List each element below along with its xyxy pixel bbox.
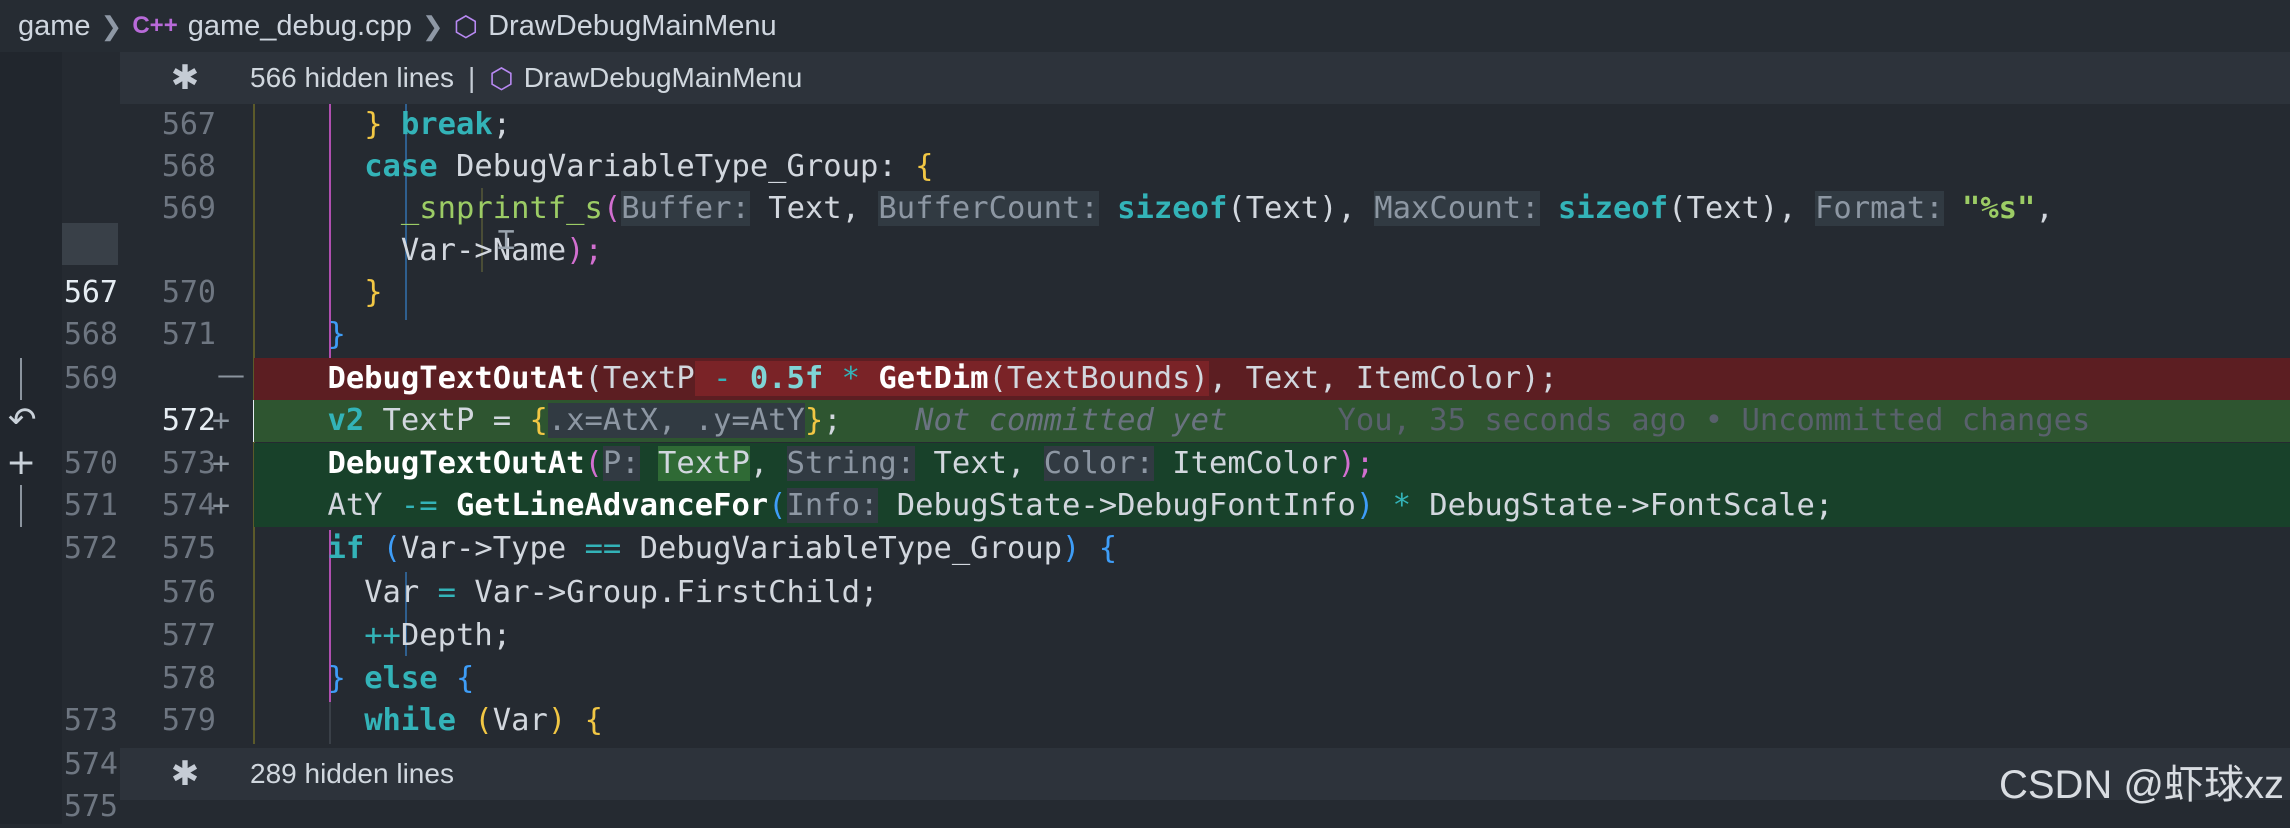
hidden-lines-label: 289 hidden lines bbox=[250, 758, 454, 789]
unfold-icon[interactable]: ✱ bbox=[120, 754, 250, 794]
code-line[interactable]: ++Depth; bbox=[254, 615, 2290, 657]
old-line-number: 568 bbox=[63, 317, 118, 352]
breadcrumb-file[interactable]: game_debug.cpp bbox=[188, 10, 412, 43]
new-line-number: 567 bbox=[161, 107, 216, 142]
breadcrumb-symbol[interactable]: DrawDebugMainMenu bbox=[488, 10, 777, 43]
separator: | bbox=[467, 62, 476, 93]
new-line-number: 577 bbox=[161, 618, 216, 653]
old-line-number: 574 bbox=[63, 747, 118, 782]
new-line-number: 569 bbox=[161, 191, 216, 226]
inline-blame-detail: You, 35 seconds ago • Uncommitted change… bbox=[1337, 403, 2091, 438]
code-line[interactable]: } break; bbox=[254, 104, 2290, 146]
breadcrumb: game ❯ C++ game_debug.cpp ❯ ⬡ DrawDebugM… bbox=[0, 0, 2290, 52]
code-line[interactable]: while (Var) { bbox=[254, 700, 2290, 742]
old-line-number: 569 bbox=[63, 361, 118, 396]
hidden-lines-bar-bottom[interactable]: ✱ 289 hidden lines bbox=[120, 748, 2290, 800]
cpp-file-icon: C++ bbox=[132, 12, 178, 39]
new-line-number: 579 bbox=[161, 703, 216, 738]
new-line-number: 570 bbox=[161, 275, 216, 310]
new-line-number: 578 bbox=[161, 661, 216, 696]
watermark: CSDN @虾球xz bbox=[1998, 763, 2284, 807]
revert-icon[interactable]: ↶ bbox=[8, 400, 37, 440]
added-line-marker: + bbox=[212, 488, 231, 523]
inline-blame: Not committed yet bbox=[915, 403, 1228, 438]
scm-change-bar bbox=[20, 358, 22, 400]
new-line-number: 572 bbox=[161, 403, 216, 438]
added-code-line[interactable]: v2 TextP = {.x=AtX, .y=AtY}; Not committ… bbox=[254, 400, 2290, 442]
old-line-number: 571 bbox=[63, 488, 118, 523]
hidden-lines-bar-top[interactable]: ✱ 566 hidden lines | ⬡ DrawDebugMainMenu bbox=[120, 52, 2290, 104]
stage-plus-icon[interactable]: + bbox=[6, 442, 36, 483]
code-line-wrapped[interactable]: Var->Name); bbox=[254, 230, 2290, 272]
added-code-line[interactable]: DebugTextOutAt(P: TextP, String: Text, C… bbox=[254, 443, 2290, 485]
added-line-marker: + bbox=[212, 403, 231, 438]
new-line-number: 573 bbox=[161, 446, 216, 481]
old-line-number: 575 bbox=[63, 789, 118, 824]
method-cube-icon: ⬡ bbox=[489, 62, 514, 94]
added-code-line[interactable]: AtY -= GetLineAdvanceFor(Info: DebugStat… bbox=[254, 485, 2290, 527]
new-line-number: 575 bbox=[161, 531, 216, 566]
old-line-number: 570 bbox=[63, 446, 118, 481]
code-line[interactable]: _snprintf_s(Buffer: Text, BufferCount: s… bbox=[254, 188, 2290, 230]
code-line[interactable]: Var = Var->Group.FirstChild; bbox=[254, 572, 2290, 614]
scm-change-bar bbox=[20, 485, 22, 527]
new-line-number: 568 bbox=[161, 149, 216, 184]
unfold-icon[interactable]: ✱ bbox=[120, 58, 250, 98]
old-line-number: 572 bbox=[63, 531, 118, 566]
code-line[interactable]: } else { bbox=[254, 658, 2290, 700]
chevron-right-icon: ❯ bbox=[421, 10, 444, 41]
old-line-number: 567 bbox=[63, 275, 118, 310]
chevron-right-icon: ❯ bbox=[100, 10, 123, 41]
new-line-number: 571 bbox=[161, 317, 216, 352]
hidden-lines-label: 566 hidden lines bbox=[250, 62, 454, 93]
new-line-number: 576 bbox=[161, 575, 216, 610]
added-line-marker: + bbox=[212, 446, 231, 481]
code-line[interactable]: } bbox=[254, 272, 2290, 314]
deleted-code-line[interactable]: DebugTextOutAt(TextP - 0.5f * GetDim(Tex… bbox=[254, 358, 2290, 400]
breadcrumb-root[interactable]: game bbox=[18, 10, 91, 43]
code-line[interactable]: } bbox=[254, 314, 2290, 356]
text-cursor-icon: ⌶ bbox=[497, 222, 516, 257]
deleted-line-marker: — bbox=[217, 358, 245, 391]
sticky-symbol[interactable]: DrawDebugMainMenu bbox=[524, 62, 803, 94]
gutter-selection bbox=[62, 223, 118, 265]
method-cube-icon: ⬡ bbox=[453, 10, 479, 42]
new-line-number: 574 bbox=[161, 488, 216, 523]
code-line[interactable]: if (Var->Type == DebugVariableType_Group… bbox=[254, 528, 2290, 570]
code-line[interactable]: case DebugVariableType_Group: { bbox=[254, 146, 2290, 188]
old-line-number: 573 bbox=[63, 703, 118, 738]
